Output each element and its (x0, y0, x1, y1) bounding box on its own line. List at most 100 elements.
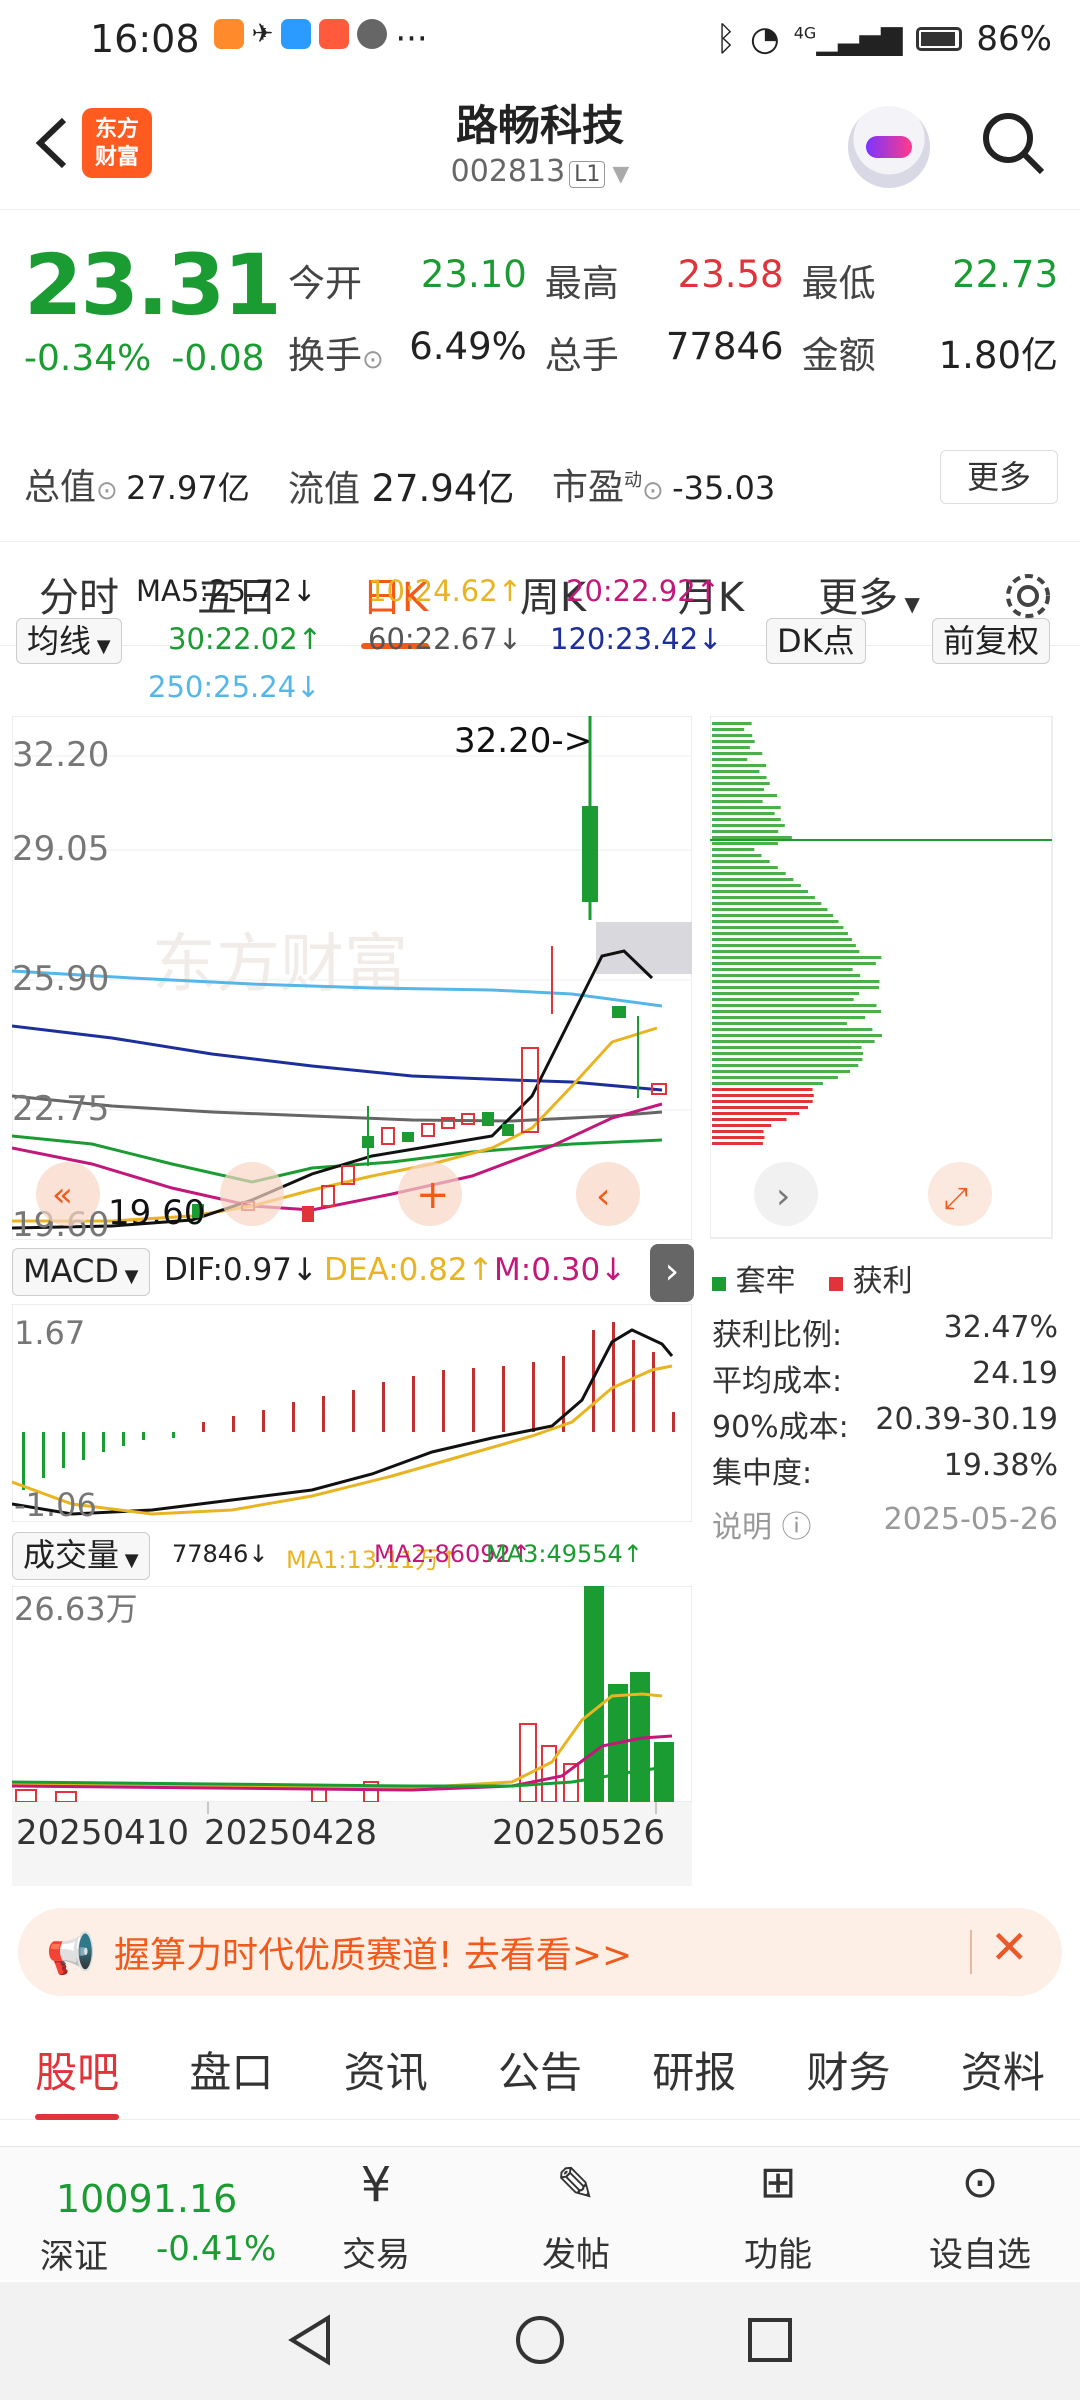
status-time: 16:08 (90, 17, 200, 61)
tab-pankou[interactable]: 盘口 (189, 2039, 273, 2100)
chip-bar (712, 1112, 800, 1115)
chip-bar (712, 752, 763, 755)
info-icon: ⓘ (781, 1510, 812, 1545)
more-dots-icon: ⊙ (961, 2157, 999, 2208)
chip-bar (712, 782, 770, 785)
chip-bar (712, 1040, 875, 1043)
zoom-out-icon[interactable] (220, 1162, 284, 1226)
macd-m: M:0.30↓ (494, 1252, 627, 1288)
chip-bar (712, 812, 775, 815)
chip-stat-row: 平均成本: 24.19 (712, 1356, 1058, 1399)
chip-bar (712, 920, 839, 923)
date-label: 20250428 (204, 1813, 377, 1853)
kline-chart[interactable]: 东方财富 32.20 29.05 25.90 22.75 32.20-> 19.… (12, 716, 692, 1240)
chip-bar (712, 872, 786, 875)
chip-note-link[interactable]: 说明 ⓘ (712, 1502, 812, 1548)
search-icon[interactable] (978, 108, 1048, 178)
assistant-robot-avatar[interactable] (848, 106, 930, 188)
adjust-mode-button[interactable]: 前复权 (932, 618, 1051, 664)
chip-bar (712, 1010, 882, 1013)
indicator-selector[interactable]: 均线 ▼ (16, 618, 122, 664)
volume-selector[interactable]: 成交量 ▼ (12, 1532, 150, 1580)
chip-bar (712, 1022, 847, 1025)
tab-intraday[interactable]: 分时 (0, 565, 158, 623)
trade-button[interactable]: ¥ 交易 (316, 2157, 436, 2276)
bottom-dock: 10091.16 深证 -0.41% ¥ 交易 ✎ 发帖 ⊞ 功能 ⊙ 设自选 (0, 2146, 1080, 2280)
macd-bar (382, 1382, 385, 1432)
macd-chart[interactable]: 1.67 -1.06 (12, 1304, 692, 1522)
chip-bar (712, 1034, 882, 1037)
chip-bar (712, 1130, 764, 1133)
close-icon[interactable]: ✕ (990, 1920, 1029, 1974)
caret-down-icon: ▼ (898, 591, 920, 616)
chip-bar (712, 938, 853, 941)
chip-bar (712, 818, 781, 821)
chevron-right-icon[interactable]: › (650, 1244, 694, 1302)
tab-more[interactable]: 更多 ▼ (790, 565, 948, 623)
chip-bar (712, 1028, 873, 1031)
macd-bar (532, 1362, 535, 1432)
promo-banner[interactable]: 📢 握算力时代优质赛道! 去看看>> ✕ (18, 1908, 1062, 1996)
chip-stat-row: 获利比例: 32.47% (712, 1310, 1058, 1353)
open-cell: 今开 23.10 (288, 253, 527, 305)
tab-profile[interactable]: 资料 (961, 2039, 1045, 2100)
chip-bar (712, 758, 748, 761)
gear-icon[interactable] (1002, 570, 1054, 622)
more-quote-button[interactable]: 更多 (940, 450, 1058, 504)
add-watchlist-button[interactable]: ⊙ 设自选 (920, 2157, 1040, 2276)
last-price: 23.31 (24, 236, 282, 334)
macd-bar (322, 1396, 325, 1432)
system-navbar (0, 2282, 1080, 2400)
tab-research[interactable]: 研报 (652, 2039, 736, 2100)
highlight-band (596, 922, 692, 974)
chip-distribution-chart[interactable]: › ⤢ (710, 716, 1054, 1240)
chip-bar (712, 902, 822, 905)
macd-bar (22, 1432, 25, 1490)
yen-icon: ¥ (360, 2157, 392, 2213)
dk-point-button[interactable]: DK点 (766, 618, 866, 664)
post-button[interactable]: ✎ 发帖 (516, 2157, 636, 2276)
macd-bar (612, 1322, 615, 1432)
ma20-value: 20:22.92↑ (566, 574, 720, 608)
chip-bar (712, 800, 763, 803)
chip-bar (712, 1004, 877, 1007)
macd-y-top: 1.67 (14, 1314, 85, 1352)
macd-bar (412, 1376, 415, 1432)
chip-bar (712, 992, 860, 995)
chip-bar (712, 824, 785, 827)
nav-home-icon[interactable] (512, 2312, 568, 2368)
svg-text:«: « (52, 1175, 73, 1215)
tab-finance[interactable]: 财务 (807, 2039, 891, 2100)
chip-bar (712, 932, 848, 935)
y-label: 25.90 (12, 959, 109, 999)
macd-bar (262, 1410, 265, 1432)
chip-bar (712, 968, 853, 971)
paper-plane-icon: ✈ (251, 19, 274, 49)
macd-bar (142, 1432, 145, 1440)
info-icon[interactable]: ⊙ (642, 476, 672, 506)
volume-chart[interactable]: 26.63万 20250410 20250428 20250526 (12, 1586, 692, 1886)
tab-guba[interactable]: 股吧 (35, 2039, 120, 2120)
chip-bar (712, 1058, 863, 1061)
trap-swatch (712, 1277, 726, 1291)
nav-recents-icon[interactable] (742, 2312, 798, 2368)
info-icon[interactable]: ⊙ (362, 345, 384, 375)
tab-news[interactable]: 资讯 (344, 2039, 428, 2100)
macd-bar (652, 1352, 655, 1432)
chip-bar (712, 836, 792, 839)
macd-bar (232, 1416, 235, 1432)
info-icon[interactable]: ⊙ (96, 476, 126, 506)
chip-stats: 获利比例: 32.47% 平均成本: 24.19 90%成本: 20.39-30.19… (712, 1310, 1058, 1548)
signal-icon: 4G▁▃▅▇ (793, 22, 903, 56)
low-cell: 最低 22.73 (801, 253, 1058, 305)
macd-selector[interactable]: MACD ▼ (12, 1248, 150, 1296)
battery-icon (916, 27, 963, 51)
bluetooth-icon: ᛒ (715, 19, 737, 59)
pe-cell: 市盈动⊙ -35.03 (552, 467, 776, 508)
tab-announcements[interactable]: 公告 (498, 2039, 582, 2100)
chip-bar (712, 728, 745, 731)
functions-button[interactable]: ⊞ 功能 (718, 2157, 838, 2276)
nav-back-icon[interactable] (282, 2312, 338, 2368)
chip-bar (712, 908, 828, 911)
index-value[interactable]: 10091.16 (56, 2177, 237, 2221)
